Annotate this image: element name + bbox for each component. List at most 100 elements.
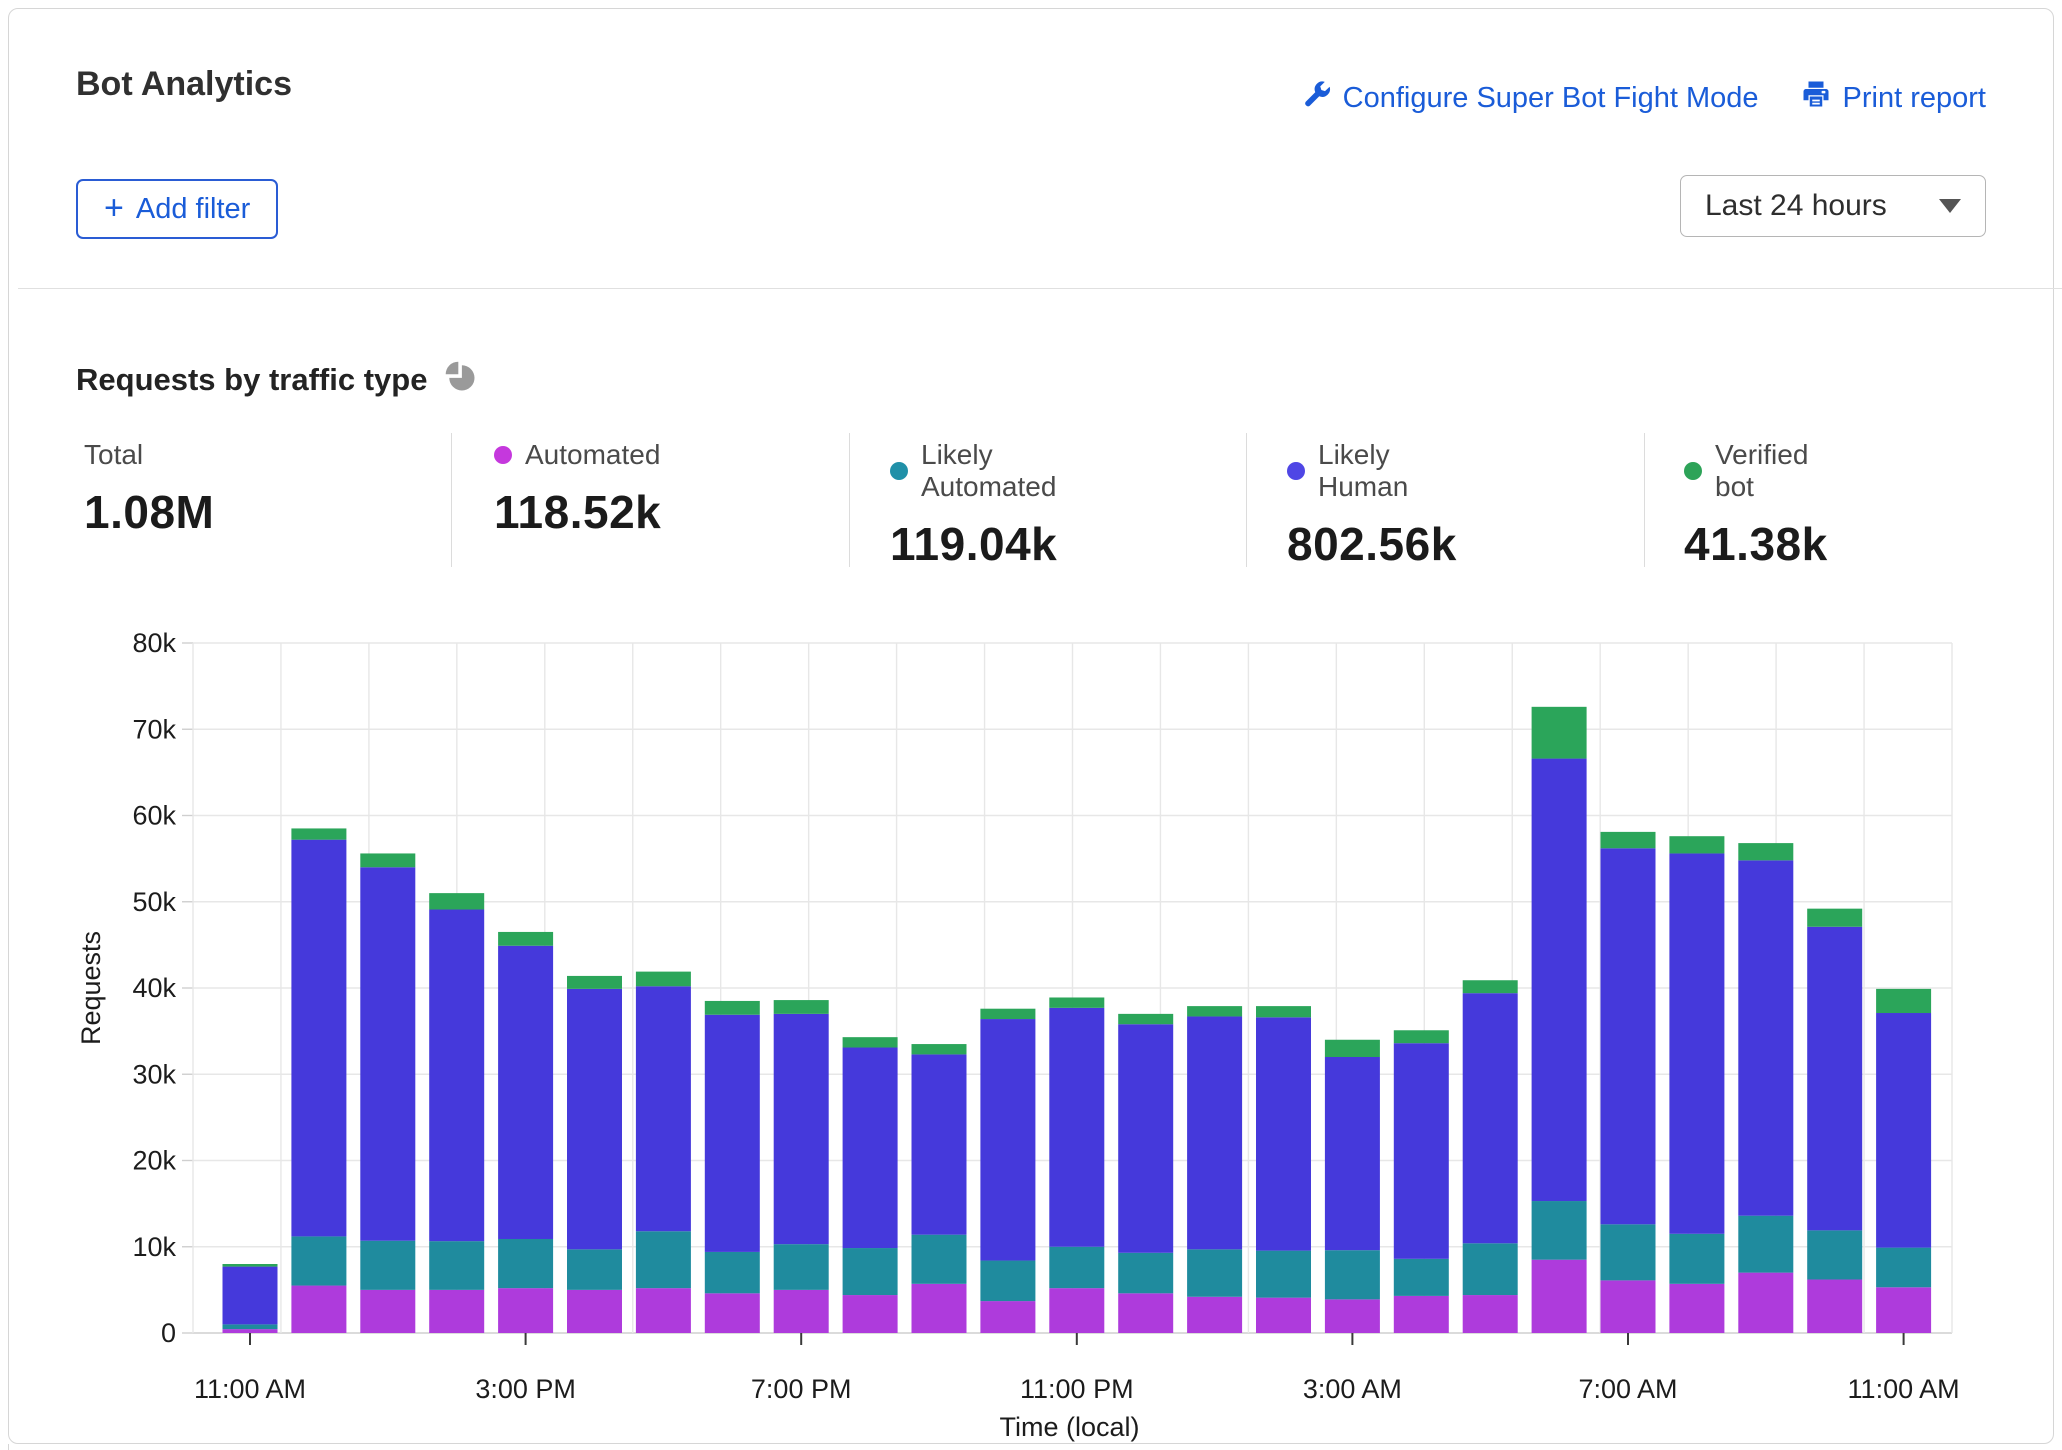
x-tick-label: 11:00 AM [194,1374,306,1404]
bar-5-00-pm[interactable] [636,972,691,1333]
segment-verified-bot [1532,707,1587,759]
x-tick-label: 3:00 PM [475,1374,576,1404]
bar-7-00-am[interactable] [1601,832,1656,1333]
segment-automated [1738,1273,1793,1333]
segment-likely-human [1394,1043,1449,1259]
segment-likely-automated [636,1231,691,1288]
bar-2-00-am[interactable] [1256,1006,1311,1333]
x-tick-label: 7:00 PM [751,1374,852,1404]
segment-automated [843,1295,898,1333]
segment-verified-bot [291,828,346,839]
segment-likely-automated [223,1324,278,1329]
y-tick-label: 0 [161,1318,176,1348]
bar-8-00-am[interactable] [1669,836,1724,1333]
segment-likely-automated [843,1248,898,1295]
segment-likely-automated [1601,1224,1656,1280]
segment-likely-human [843,1048,898,1249]
segment-likely-automated [980,1261,1035,1302]
y-tick-label: 30k [132,1059,176,1089]
segment-likely-human [1049,1008,1104,1247]
segment-likely-human [223,1267,278,1325]
bar-11-00-am[interactable] [223,1264,278,1333]
bar-2-00-pm[interactable] [429,893,484,1333]
segment-likely-human [567,989,622,1249]
bar-9-00-am[interactable] [1738,843,1793,1333]
bar-6-00-am[interactable] [1532,707,1587,1333]
segment-verified-bot [980,1009,1035,1019]
segment-automated [1669,1284,1724,1333]
next-card-top-edge [8,1444,9,1450]
segment-likely-human [912,1054,967,1234]
segment-likely-automated [1738,1216,1793,1273]
bar-4-00-pm[interactable] [567,976,622,1333]
x-tick-label: 11:00 PM [1020,1374,1134,1404]
segment-likely-human [1187,1016,1242,1249]
segment-likely-automated [1463,1243,1518,1295]
bar-7-00-pm[interactable] [774,1000,829,1333]
segment-likely-automated [1876,1248,1931,1288]
segment-verified-bot [1394,1030,1449,1043]
segment-automated [498,1288,553,1333]
segment-verified-bot [1601,832,1656,848]
segment-likely-human [705,1015,760,1252]
segment-likely-human [1532,759,1587,1201]
segment-verified-bot [912,1044,967,1054]
bar-1-00-am[interactable] [1187,1006,1242,1333]
segment-automated [1325,1299,1380,1333]
segment-verified-bot [843,1037,898,1047]
segment-likely-human [1876,1013,1931,1248]
segment-automated [223,1329,278,1333]
y-tick-label: 70k [132,714,176,744]
segment-likely-human [1807,927,1862,1231]
segment-verified-bot [1256,1006,1311,1017]
x-tick-label: 7:00 AM [1578,1374,1677,1404]
bar-12-00-am[interactable] [1118,1014,1173,1333]
y-tick-label: 60k [132,801,176,831]
bar-10-00-pm[interactable] [980,1009,1035,1333]
bar-1-00-pm[interactable] [360,853,415,1333]
bar-5-00-am[interactable] [1463,980,1518,1333]
segment-likely-automated [1049,1247,1104,1288]
bar-3-00-pm[interactable] [498,932,553,1333]
segment-likely-automated [1669,1234,1724,1284]
bar-9-00-pm[interactable] [912,1044,967,1333]
x-tick-label: 11:00 AM [1848,1374,1960,1404]
segment-likely-human [636,986,691,1231]
bar-8-00-pm[interactable] [843,1037,898,1333]
segment-likely-automated [429,1241,484,1290]
segment-verified-bot [1876,989,1931,1013]
segment-automated [912,1284,967,1333]
segment-verified-bot [1187,1006,1242,1016]
segment-likely-automated [567,1249,622,1290]
segment-likely-human [429,910,484,1242]
segment-likely-human [1669,853,1724,1233]
segment-likely-automated [1532,1201,1587,1260]
segment-likely-automated [1394,1259,1449,1296]
bar-3-00-am[interactable] [1325,1040,1380,1333]
segment-likely-human [1738,860,1793,1215]
segment-verified-bot [1807,909,1862,927]
segment-verified-bot [705,1001,760,1015]
segment-likely-automated [1187,1249,1242,1296]
segment-likely-human [1463,993,1518,1243]
segment-likely-automated [360,1241,415,1290]
bar-12-00-pm[interactable] [291,828,346,1333]
bar-11-00-pm[interactable] [1049,997,1104,1333]
segment-verified-bot [567,976,622,989]
bar-4-00-am[interactable] [1394,1030,1449,1333]
segment-verified-bot [636,972,691,987]
segment-automated [360,1290,415,1333]
segment-likely-human [980,1019,1035,1261]
segment-likely-automated [498,1239,553,1288]
bar-10-00-am[interactable] [1807,909,1862,1333]
segment-likely-human [774,1014,829,1244]
segment-automated [1394,1296,1449,1333]
segment-likely-automated [774,1244,829,1290]
segment-likely-automated [1256,1251,1311,1298]
bar-11-00-am[interactable] [1876,989,1931,1333]
bar-6-00-pm[interactable] [705,1001,760,1333]
x-tick-label: 3:00 AM [1303,1374,1402,1404]
segment-verified-bot [429,893,484,909]
segment-automated [774,1290,829,1333]
segment-likely-human [498,946,553,1239]
